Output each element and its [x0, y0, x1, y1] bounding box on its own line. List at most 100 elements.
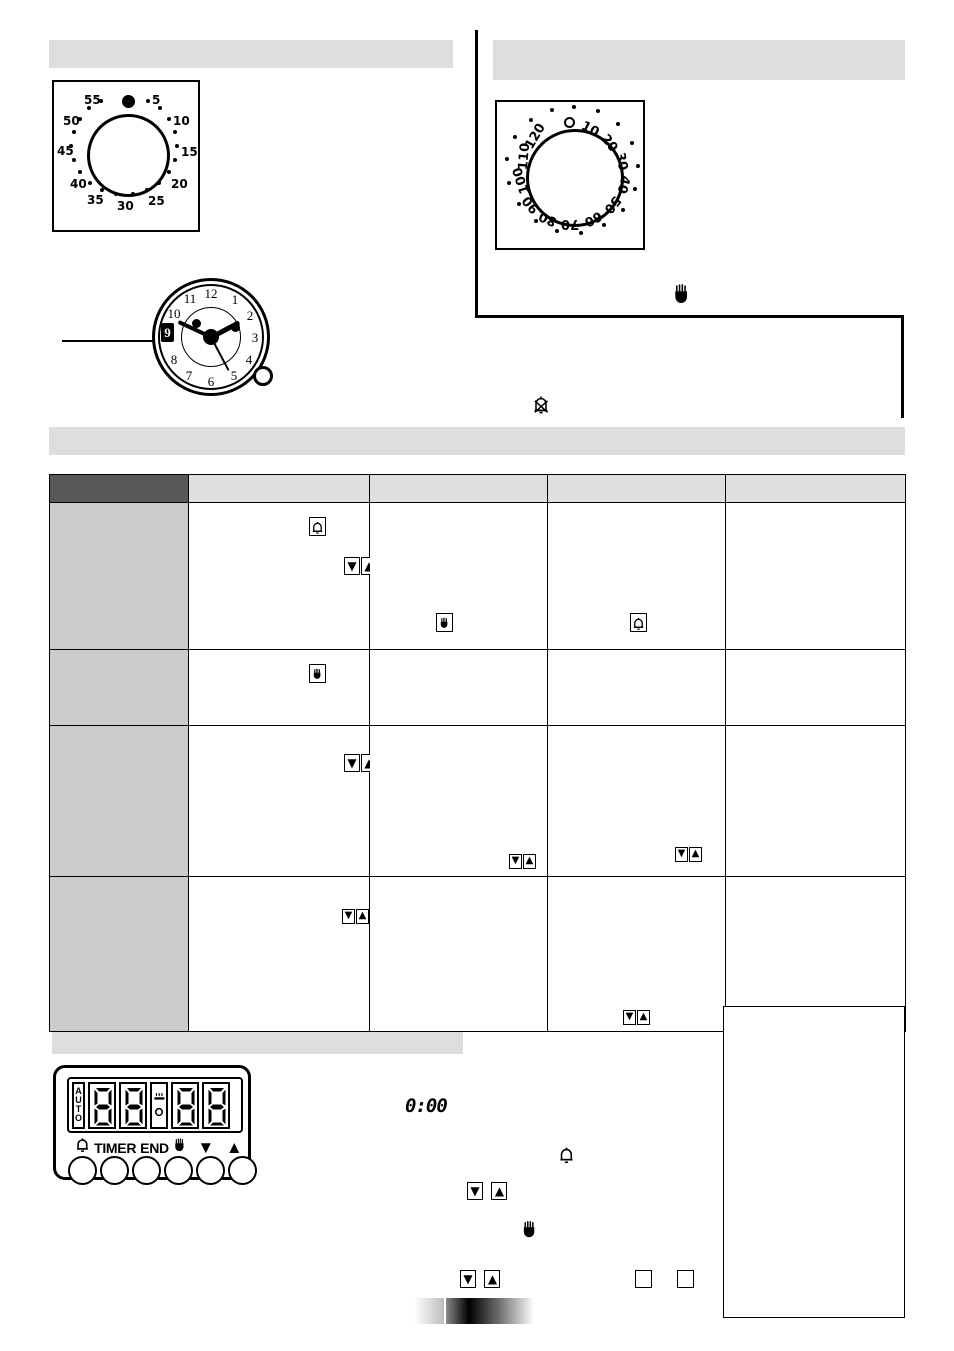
seven-segment-digit-2 [119, 1081, 147, 1129]
col-header-1 [188, 474, 370, 503]
duration-dial-zero-marker [564, 117, 575, 128]
cell-text [548, 503, 725, 511]
dial-tick [88, 181, 92, 185]
hand-icon [436, 613, 453, 632]
programmer-heading-band [52, 1029, 463, 1054]
empty-box-icon [635, 1270, 652, 1288]
hand-icon [521, 1219, 540, 1245]
down-arrow-icon: ▼ [623, 1010, 636, 1025]
up-arrow-icon: ▲ [689, 847, 702, 862]
clock-number-10: 10 [167, 306, 181, 321]
manual-hand-button[interactable] [164, 1156, 193, 1185]
empty-box-icon [677, 1270, 694, 1288]
down-up-arrows-icon: ▼▲ [623, 1006, 651, 1025]
cell-1-3 [725, 649, 906, 726]
cell-text [726, 650, 905, 658]
seven-segment-digit-3 [171, 1081, 199, 1129]
end-button[interactable] [132, 1156, 161, 1185]
clock-number-1: 1 [231, 292, 239, 307]
clock-hub [203, 329, 219, 345]
down-up-arrows-icon: ▼ ▲ [460, 1270, 501, 1288]
bell-icon [70, 1137, 94, 1156]
duration-timer-dial[interactable]: 10 20 30 40 50 60 70 80 90 100 110 120 [495, 100, 645, 250]
programmer-buttons [68, 1156, 257, 1185]
cell-2-1: ▼ ▲ [369, 725, 548, 877]
down-arrow-icon: ▼ [675, 847, 688, 862]
dial-tick [72, 158, 76, 162]
gradient-segment-left [414, 1298, 444, 1324]
hand-icon [169, 1137, 191, 1156]
cell-2-3 [725, 725, 906, 877]
row-header-0 [49, 502, 189, 650]
dial-tick [529, 118, 533, 122]
matrix-heading-text [49, 427, 905, 439]
cell-2-2: ▼ ▲ [547, 725, 726, 877]
dial-label-45: 45 [57, 144, 74, 158]
down-up-arrows-icon: ▼▲ [509, 850, 537, 869]
cell-0-3 [725, 502, 906, 650]
table-row: ▼▲ [49, 502, 906, 650]
timer-bell-button[interactable] [68, 1156, 97, 1185]
dial-tick [630, 141, 634, 145]
dial-label-25: 25 [148, 194, 165, 208]
up-arrow-icon: ▲ [225, 1138, 243, 1157]
dial-label-15: 15 [181, 145, 198, 159]
dial-label-40: 40 [70, 177, 87, 191]
cell-3-2: ▼ ▲ [547, 876, 726, 1032]
hand-icon [672, 283, 694, 305]
dial-tick [507, 181, 511, 185]
col-header-3 [547, 474, 726, 503]
cell-text [726, 503, 905, 511]
dial-tick [633, 187, 637, 191]
minute-hand-counterweight [192, 319, 201, 328]
dial-tick [621, 208, 625, 212]
cell-text [189, 503, 369, 511]
table-row: ▼▲ ▼▲ ▼▲ [49, 725, 906, 877]
cell-text [189, 650, 369, 658]
up-arrow-icon: ▲ [523, 854, 536, 869]
programmer-display: A U T O [67, 1077, 243, 1133]
down-arrow-icon: ▼ [342, 909, 355, 924]
duration-label-70: 70 [561, 216, 580, 231]
dial-label-50: 50 [63, 114, 80, 128]
increase-button[interactable] [228, 1156, 257, 1185]
cell-text [726, 877, 905, 885]
cell-1-0 [188, 649, 370, 726]
end-label: END [140, 1140, 169, 1156]
bell-icon [309, 517, 326, 536]
timer-button[interactable] [100, 1156, 129, 1185]
dial-tick [173, 158, 177, 162]
dial-tick [173, 130, 177, 134]
down-up-arrows-icon: ▼ ▲ [467, 1182, 508, 1200]
down-arrow-icon: ▼ [344, 754, 360, 772]
row-header-1 [49, 649, 189, 726]
dial-tick [78, 170, 82, 174]
down-up-arrows-icon: ▼▲ [675, 843, 703, 862]
auto-letter-o: O [74, 1113, 82, 1123]
dial-tick [596, 109, 600, 113]
dial-tick [513, 135, 517, 139]
decrease-button[interactable] [196, 1156, 225, 1185]
clock-setting-knob[interactable] [253, 366, 273, 386]
cell-text [548, 650, 725, 658]
cell-1-2 [547, 649, 726, 726]
dial-tick [505, 157, 509, 161]
timer-label: TIMER [94, 1140, 137, 1156]
analog-clock[interactable]: 12 1 2 3 4 5 6 7 8 9 10 11 [152, 278, 282, 396]
down-up-arrows-icon: ▼▲ [342, 905, 370, 924]
cell-2-0: ▼▲ [188, 725, 377, 877]
electronic-programmer[interactable]: A U T O TIMER END ▼ ▲ [53, 1065, 257, 1185]
col-header-2 [369, 474, 548, 503]
up-arrow-icon: ▲ [484, 1270, 501, 1288]
clock-number-4: 4 [245, 352, 253, 367]
dial-tick [157, 181, 161, 185]
dial-label-55: 55 [84, 93, 101, 107]
col-header-4 [725, 474, 906, 503]
table-header-row [49, 474, 906, 503]
dial-tick [146, 99, 150, 103]
cell-text [370, 877, 547, 885]
clock-number-7: 7 [185, 368, 193, 383]
minute-minder-dial[interactable]: 5 10 15 20 25 30 35 40 45 50 55 [52, 80, 200, 232]
duration-timer-heading-band [493, 40, 905, 80]
cell-0-1 [369, 502, 548, 650]
